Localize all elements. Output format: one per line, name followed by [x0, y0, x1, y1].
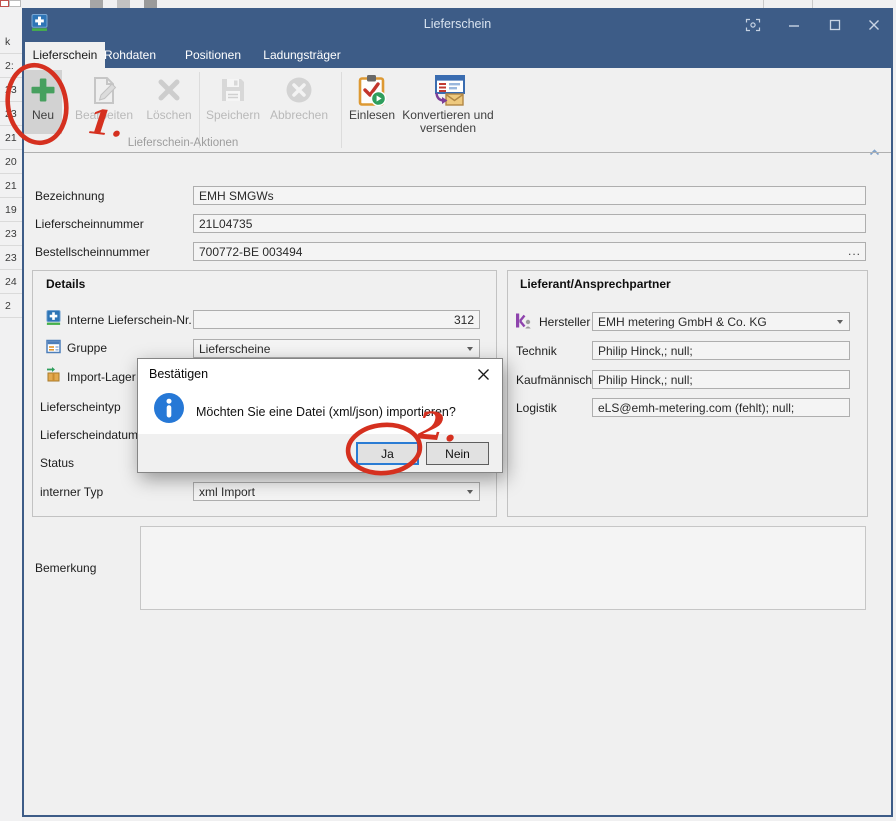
- screen: k 2: 23 23 21 20 21 19 23 23 24 2 Liefer…: [0, 0, 896, 821]
- background-row-number: 23: [0, 246, 22, 270]
- bestellscheinnummer-input[interactable]: 700772-BE 003494 ...: [193, 242, 866, 261]
- abbrechen-button[interactable]: Abbrechen: [264, 70, 334, 122]
- lieferscheintyp-label: Lieferscheintyp: [40, 400, 121, 414]
- bezeichnung-label: Bezeichnung: [35, 189, 104, 203]
- gruppe-dropdown[interactable]: Lieferscheine: [193, 339, 480, 358]
- konvertieren-label: Konvertieren und versenden: [402, 109, 494, 135]
- maximize-icon: [829, 19, 841, 31]
- delete-x-icon: [156, 72, 182, 108]
- background-row-numbers: k 2: 23 23 21 20 21 19 23 23 24 2: [0, 30, 22, 318]
- kaufmaennisch-label: Kaufmännisch: [516, 373, 592, 387]
- interne-nr-input[interactable]: 312: [193, 310, 480, 329]
- background-row-number: 21: [0, 174, 22, 198]
- details-title: Details: [46, 277, 85, 291]
- status-label: Status: [40, 456, 74, 470]
- clipboard-check-icon: [357, 72, 387, 108]
- cancel-circle-icon: [285, 72, 313, 108]
- speichern-label: Speichern: [206, 109, 260, 122]
- interne-nr-label: Interne Lieferschein-Nr.: [67, 313, 192, 327]
- bestellscheinnummer-label: Bestellscheinnummer: [35, 245, 150, 259]
- lieferscheinnummer-label: Lieferscheinnummer: [35, 217, 144, 231]
- interner-typ-label: interner Typ: [40, 485, 103, 499]
- close-icon: [868, 19, 880, 31]
- minimize-button[interactable]: [781, 15, 807, 35]
- loeschen-label: Löschen: [146, 109, 191, 122]
- abbrechen-label: Abbrechen: [270, 109, 328, 122]
- hersteller-dropdown[interactable]: EMH metering GmbH & Co. KG: [592, 312, 850, 331]
- technik-label: Technik: [516, 344, 557, 358]
- plus-icon: [30, 72, 56, 108]
- loeschen-button[interactable]: Löschen: [142, 70, 196, 122]
- background-row-number: 20: [0, 150, 22, 174]
- tab-ladungstraeger[interactable]: Ladungsträger: [252, 42, 352, 68]
- confirm-dialog: Bestätigen Möchten Sie eine Datei (xml/j…: [137, 358, 503, 473]
- import-warehouse-icon: [46, 367, 61, 387]
- convert-send-icon: [431, 72, 465, 108]
- group-table-icon: [46, 339, 61, 359]
- supplier-groupbox: [507, 270, 868, 517]
- tab-lieferschein[interactable]: Lieferschein: [25, 42, 105, 69]
- background-fragment: [763, 0, 764, 8]
- tab-rohdaten[interactable]: Rohdaten: [96, 42, 164, 68]
- import-lager-label: Import-Lager: [67, 370, 136, 384]
- bearbeiten-label: Bearbeiten: [75, 109, 133, 122]
- background-row-number: 2: [0, 294, 22, 318]
- background-fragment: [144, 0, 157, 8]
- konvertieren-button[interactable]: Konvertieren und versenden: [402, 70, 494, 135]
- ribbon-divider: [24, 152, 891, 153]
- background-row-number: 19: [0, 198, 22, 222]
- maximize-button[interactable]: [822, 15, 848, 35]
- info-icon: [153, 392, 185, 429]
- save-floppy-icon: [219, 72, 247, 108]
- plus-app-icon: [46, 310, 61, 330]
- background-fragment: [812, 0, 813, 8]
- background-grid-cell: [0, 0, 9, 7]
- dialog-message: Möchten Sie eine Datei (xml/json) import…: [196, 405, 456, 419]
- minimize-icon: [788, 19, 800, 31]
- dialog-close-button[interactable]: [474, 365, 492, 383]
- bemerkung-textarea[interactable]: [140, 526, 866, 610]
- neu-button[interactable]: Neu: [24, 70, 62, 134]
- background-row-number: 23: [0, 222, 22, 246]
- gruppe-label: Gruppe: [67, 341, 107, 355]
- background-row-number: 23: [0, 78, 22, 102]
- background-row-number: 2:: [0, 54, 22, 78]
- bezeichnung-input[interactable]: EMH SMGWs: [193, 186, 866, 205]
- ja-button[interactable]: Ja: [356, 442, 419, 465]
- capture-button[interactable]: [740, 15, 766, 35]
- dialog-title: Bestätigen: [149, 367, 208, 381]
- technik-input[interactable]: Philip Hinck,; null;: [592, 341, 850, 360]
- background-row-number: 21: [0, 126, 22, 150]
- supplier-title: Lieferant/Ansprechpartner: [520, 277, 671, 291]
- bestellscheinnummer-value: 700772-BE 003494: [199, 245, 302, 259]
- logistik-input[interactable]: eLS@emh-metering.com (fehlt); null;: [592, 398, 850, 417]
- nein-button[interactable]: Nein: [426, 442, 489, 465]
- einlesen-label: Einlesen: [349, 109, 395, 122]
- edit-document-icon: [89, 72, 119, 108]
- logistik-label: Logistik: [516, 401, 557, 415]
- close-icon: [477, 368, 490, 381]
- capture-icon: [745, 18, 761, 32]
- bearbeiten-button[interactable]: Bearbeiten: [66, 70, 142, 122]
- background-row-number: 24: [0, 270, 22, 294]
- background-fragment: [117, 0, 130, 8]
- interner-typ-dropdown[interactable]: xml Import: [193, 482, 480, 501]
- neu-label: Neu: [32, 109, 54, 122]
- background-fragment: [90, 0, 103, 8]
- lieferscheindatum-label: Lieferscheindatum: [40, 428, 138, 442]
- background-row-number: k: [0, 30, 22, 54]
- kaufmaennisch-input[interactable]: Philip Hinck,; null;: [592, 370, 850, 389]
- bemerkung-label: Bemerkung: [35, 561, 96, 575]
- lieferscheinnummer-input[interactable]: 21L04735: [193, 214, 866, 233]
- background-grid-cell: [9, 0, 21, 7]
- hersteller-label: Hersteller: [539, 315, 590, 329]
- manufacturer-icon: [515, 312, 532, 334]
- background-row-number: 23: [0, 102, 22, 126]
- ribbon-group-label: Lieferschein-Aktionen: [24, 137, 342, 149]
- close-button[interactable]: [861, 15, 887, 35]
- einlesen-button[interactable]: Einlesen: [345, 70, 399, 122]
- speichern-button[interactable]: Speichern: [203, 70, 263, 122]
- tab-positionen[interactable]: Positionen: [176, 42, 250, 68]
- browse-ellipsis-button[interactable]: ...: [848, 243, 861, 259]
